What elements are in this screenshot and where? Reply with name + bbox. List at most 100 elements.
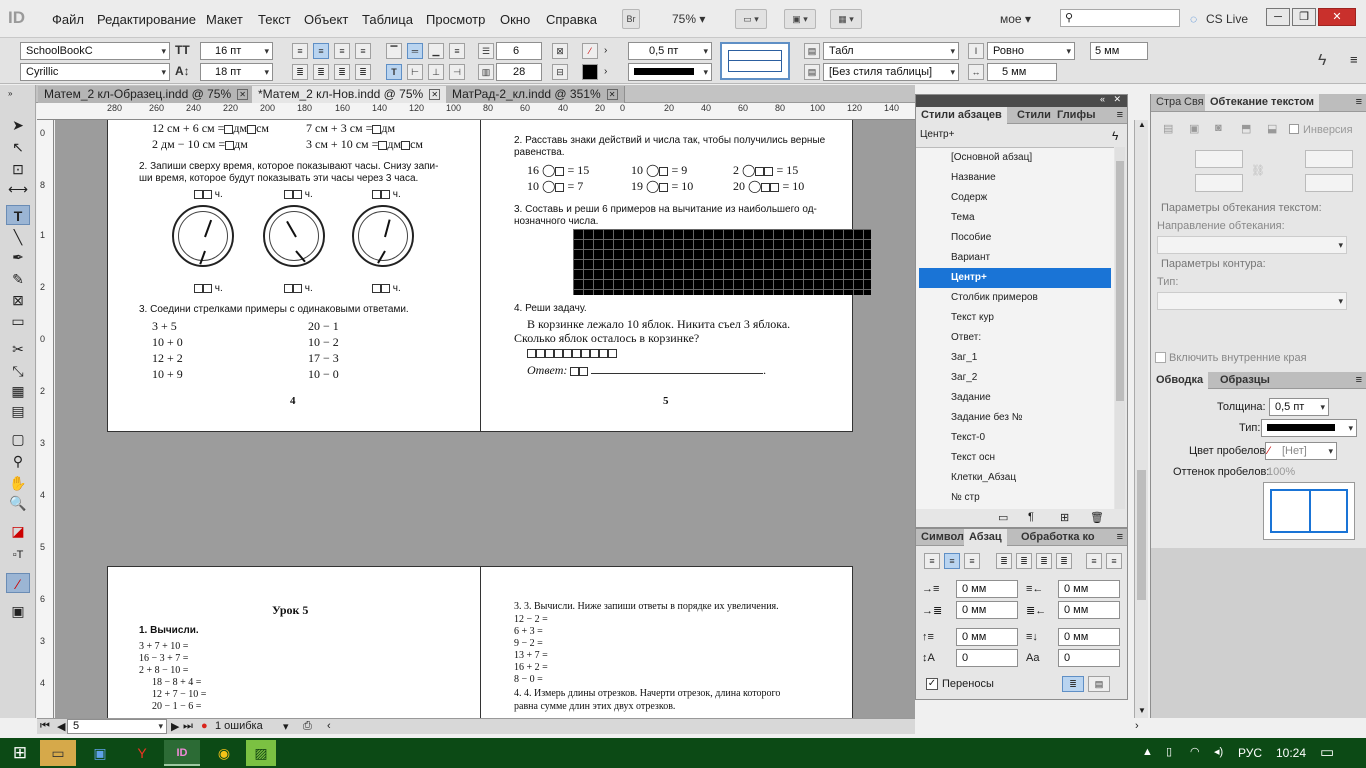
stroke-weight-field[interactable]: 0,5 пт ▾: [628, 42, 712, 60]
cs-live-icon[interactable]: ◌: [1190, 12, 1197, 26]
align-grid-off-icon[interactable]: ≣: [1062, 676, 1084, 692]
align-left-icon[interactable]: ≡: [924, 553, 940, 569]
align-away-spine-icon[interactable]: ≡: [1106, 553, 1122, 569]
vertical-scrollbar[interactable]: ▲ ▼: [1134, 120, 1148, 718]
menu-object[interactable]: Объект: [304, 12, 348, 27]
folder-icon[interactable]: ▭: [998, 511, 1008, 524]
font-size-field[interactable]: 16 пт ▾: [200, 42, 273, 60]
gap-tool-icon[interactable]: ⟷: [6, 179, 30, 199]
tab-composition[interactable]: Обработка ко: [1016, 529, 1100, 546]
gap-color-select[interactable]: ⁄ [Нет] ▾: [1265, 442, 1337, 460]
align-right-icon[interactable]: ≡: [334, 43, 350, 59]
eyedropper-icon[interactable]: ⚲: [6, 451, 30, 471]
collapse-icon[interactable]: »: [8, 89, 12, 98]
gap-tint-value[interactable]: 100%: [1267, 466, 1295, 478]
valign-center-icon[interactable]: ═: [407, 43, 423, 59]
top-offset-field[interactable]: [1195, 150, 1243, 168]
page-tool-icon[interactable]: ⊡: [6, 159, 30, 179]
direct-selection-icon[interactable]: ↖: [6, 137, 30, 157]
next-page-icon[interactable]: ▶: [171, 720, 179, 733]
align-center-icon[interactable]: ≡: [313, 43, 329, 59]
selection-tool-icon[interactable]: ➤: [6, 115, 30, 135]
cs-live-button[interactable]: CS Live: [1206, 12, 1248, 26]
type-tool-icon[interactable]: T: [6, 205, 30, 225]
valign-justify-icon[interactable]: ≡: [449, 43, 465, 59]
panel-menu-icon[interactable]: ≡: [1117, 109, 1123, 121]
list-item[interactable]: Задание без №: [919, 408, 1111, 428]
arrange-documents-icon[interactable]: ▦ ▾: [830, 9, 862, 29]
search-input[interactable]: ⚲: [1060, 9, 1180, 27]
justify-left-icon[interactable]: ≣: [292, 64, 308, 80]
panel-menu-icon[interactable]: ≡: [1117, 531, 1123, 543]
right-offset-field[interactable]: [1305, 174, 1353, 192]
tab-character[interactable]: Символ: [916, 529, 969, 546]
rows-field[interactable]: 6: [496, 42, 542, 60]
page-number-field[interactable]: 5 ▾: [67, 719, 167, 734]
chevron-right-icon[interactable]: ›: [604, 66, 607, 77]
screen-mode-icon[interactable]: ▣ ▾: [784, 9, 816, 29]
text-rotate-270-icon[interactable]: ⊣: [449, 64, 465, 80]
hyphenate-checkbox[interactable]: ✓: [926, 678, 938, 690]
left-offset-field[interactable]: [1305, 150, 1353, 168]
scrollbar-thumb[interactable]: [1137, 470, 1146, 600]
windows-start-icon[interactable]: ⊞: [2, 740, 38, 766]
valign-top-icon[interactable]: ▔: [386, 43, 402, 59]
close-icon[interactable]: ✕: [429, 89, 441, 101]
no-wrap-icon[interactable]: ▤: [1163, 122, 1173, 135]
cell-style-field[interactable]: Табл ▾: [823, 42, 959, 60]
align-grid-on-icon[interactable]: ▤: [1088, 676, 1110, 692]
fill-stroke-icon[interactable]: ◪: [6, 521, 30, 541]
space-after-field[interactable]: 0 мм: [1058, 628, 1120, 646]
restore-button[interactable]: ❐: [1292, 8, 1316, 26]
pencil-tool-icon[interactable]: ✎: [6, 269, 30, 289]
scroll-down-icon[interactable]: ▼: [1138, 706, 1146, 715]
gradient-swatch-icon[interactable]: ▦: [6, 381, 30, 401]
align-justify-icon[interactable]: ≡: [355, 43, 371, 59]
first-line-indent-field[interactable]: 0 мм: [956, 601, 1018, 619]
view-options-icon[interactable]: ▭ ▾: [735, 9, 767, 29]
menu-window[interactable]: Окно: [500, 12, 530, 27]
stroke-color-icon[interactable]: [582, 64, 598, 80]
stroke-weight-field[interactable]: 0,5 пт ▾: [1269, 398, 1329, 416]
close-icon[interactable]: ✕: [606, 89, 618, 101]
network-icon[interactable]: ▯: [1166, 745, 1172, 758]
include-inside-checkbox[interactable]: [1155, 352, 1166, 363]
document-canvas[interactable]: 12 см + 6 см = дм см 7 см + 3 см = дм 2 дм …: [55, 120, 915, 718]
stroke-type-select[interactable]: ▾: [1261, 419, 1357, 437]
list-item[interactable]: Текст кур: [919, 308, 1111, 328]
list-item[interactable]: Название: [919, 168, 1111, 188]
drop-cap-lines-field[interactable]: 0: [956, 649, 1018, 667]
align-left-icon[interactable]: ≡: [292, 43, 308, 59]
wrap-bounding-icon[interactable]: ▣: [1189, 122, 1199, 135]
merge-cells-icon[interactable]: ⊠: [552, 43, 568, 59]
tab-swatches[interactable]: Образцы: [1215, 372, 1275, 389]
close-icon[interactable]: ✕: [1113, 94, 1121, 105]
screen-mode-icon[interactable]: ▣: [6, 601, 30, 621]
table-style-field[interactable]: [Без стиля таблицы] ▾: [823, 63, 959, 81]
pen-tool-icon[interactable]: ✒: [6, 247, 30, 267]
list-item[interactable]: Текст-0: [919, 428, 1111, 448]
formatting-container-icon[interactable]: ▫T: [6, 545, 30, 565]
align-center-icon[interactable]: ≡: [944, 553, 960, 569]
close-button[interactable]: ✕: [1318, 8, 1356, 26]
scroll-up-icon[interactable]: ▲: [1138, 120, 1146, 129]
file-explorer-icon[interactable]: ▭: [40, 740, 76, 766]
invert-checkbox[interactable]: [1289, 124, 1299, 134]
justify-left-icon[interactable]: ≣: [996, 553, 1012, 569]
tab-text-wrap[interactable]: Обтекание текстом: [1205, 94, 1319, 111]
volume-icon[interactable]: ◂): [1214, 745, 1223, 758]
column-width-field[interactable]: 5 мм: [987, 63, 1057, 81]
chrome-icon[interactable]: ◉: [206, 740, 242, 766]
open-page-icon[interactable]: ⎙: [303, 720, 312, 733]
list-item[interactable]: Текст осн: [919, 448, 1111, 468]
tab-stroke[interactable]: Обводка: [1151, 372, 1209, 389]
drop-cap-chars-field[interactable]: 0: [1058, 649, 1120, 667]
wrap-shape-icon[interactable]: ◙: [1215, 122, 1222, 134]
columns-field[interactable]: 28: [496, 63, 542, 81]
align-right-icon[interactable]: ≡: [964, 553, 980, 569]
chevron-right-icon[interactable]: ›: [604, 45, 607, 56]
menu-file[interactable]: Файл: [52, 12, 84, 27]
collapse-icon[interactable]: «: [1100, 94, 1105, 104]
justify-all-icon[interactable]: ≣: [355, 64, 371, 80]
language-indicator[interactable]: РУС: [1238, 746, 1262, 760]
